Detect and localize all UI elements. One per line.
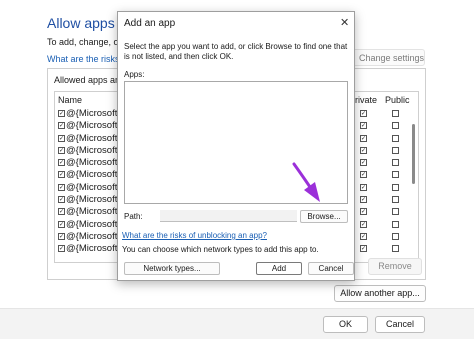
network-description: You can choose which network types to ad…	[122, 245, 319, 254]
row-private-checkbox[interactable]: ✓	[360, 122, 367, 130]
row-public-checkbox[interactable]	[392, 146, 399, 154]
row-public-checkbox[interactable]	[392, 245, 399, 253]
row-public-checkbox[interactable]	[392, 159, 399, 167]
row-enabled-checkbox[interactable]: ✓	[58, 122, 65, 130]
row-enabled-checkbox[interactable]: ✓	[58, 146, 65, 154]
row-public-checkbox[interactable]	[392, 171, 399, 179]
annotation-arrow-icon	[292, 162, 320, 202]
row-private-checkbox[interactable]: ✓	[360, 110, 367, 117]
apps-label: Apps:	[124, 70, 145, 79]
row-enabled-checkbox[interactable]: ✓	[58, 134, 65, 142]
add-button[interactable]: Add	[256, 262, 302, 275]
row-enabled-checkbox[interactable]: ✓	[58, 220, 65, 228]
change-settings-label: Change settings	[359, 52, 425, 63]
row-private-checkbox[interactable]: ✓	[360, 159, 367, 167]
add-app-dialog: Add an app ✕ Select the app you want to …	[117, 11, 355, 281]
allow-another-app-button[interactable]: Allow another app...	[334, 285, 426, 302]
table-scrollbar[interactable]	[412, 110, 417, 260]
scroll-thumb[interactable]	[412, 124, 415, 184]
row-public-checkbox[interactable]	[392, 134, 399, 142]
row-private-checkbox[interactable]: ✓	[360, 134, 367, 142]
row-public-checkbox[interactable]	[392, 232, 399, 240]
path-input[interactable]	[160, 210, 297, 222]
unblock-risks-link[interactable]: What are the risks of unblocking an app?	[122, 231, 267, 240]
row-enabled-checkbox[interactable]: ✓	[58, 159, 65, 167]
row-private-checkbox[interactable]: ✓	[360, 220, 367, 228]
dialog-title: Add an app	[124, 18, 176, 29]
change-settings-button[interactable]: Change settings	[352, 49, 425, 66]
row-private-checkbox[interactable]: ✓	[360, 245, 367, 253]
row-private-checkbox[interactable]: ✓	[360, 196, 367, 204]
row-public-checkbox[interactable]	[392, 122, 399, 130]
row-private-checkbox[interactable]: ✓	[360, 232, 367, 240]
dialog-cancel-button[interactable]: Cancel	[308, 262, 354, 275]
close-icon[interactable]: ✕	[340, 16, 349, 29]
row-public-checkbox[interactable]	[392, 110, 399, 117]
column-header-name[interactable]: Name	[58, 95, 82, 105]
ok-button[interactable]: OK	[323, 316, 368, 333]
row-enabled-checkbox[interactable]: ✓	[58, 245, 65, 253]
row-private-checkbox[interactable]: ✓	[360, 146, 367, 154]
network-types-button[interactable]: Network types...	[124, 262, 220, 275]
row-enabled-checkbox[interactable]: ✓	[58, 196, 65, 204]
path-label: Path:	[124, 212, 143, 221]
row-public-checkbox[interactable]	[392, 220, 399, 228]
column-header-private[interactable]: rivate	[355, 95, 377, 105]
row-public-checkbox[interactable]	[392, 196, 399, 204]
column-header-public[interactable]: Public	[385, 95, 410, 105]
row-enabled-checkbox[interactable]: ✓	[58, 110, 65, 117]
allowed-apps-caption: Allowed apps and	[54, 75, 126, 85]
row-enabled-checkbox[interactable]: ✓	[58, 183, 65, 191]
row-public-checkbox[interactable]	[392, 183, 399, 191]
cancel-button[interactable]: Cancel	[375, 316, 425, 333]
remove-button[interactable]: Remove	[368, 258, 422, 275]
row-enabled-checkbox[interactable]: ✓	[58, 171, 65, 179]
row-enabled-checkbox[interactable]: ✓	[58, 208, 65, 216]
row-enabled-checkbox[interactable]: ✓	[58, 232, 65, 240]
row-private-checkbox[interactable]: ✓	[360, 208, 367, 216]
row-private-checkbox[interactable]: ✓	[360, 171, 367, 179]
browse-button[interactable]: Browse...	[300, 210, 348, 223]
dialog-description: Select the app you want to add, or click…	[124, 42, 348, 61]
row-public-checkbox[interactable]	[392, 208, 399, 216]
row-private-checkbox[interactable]: ✓	[360, 183, 367, 191]
